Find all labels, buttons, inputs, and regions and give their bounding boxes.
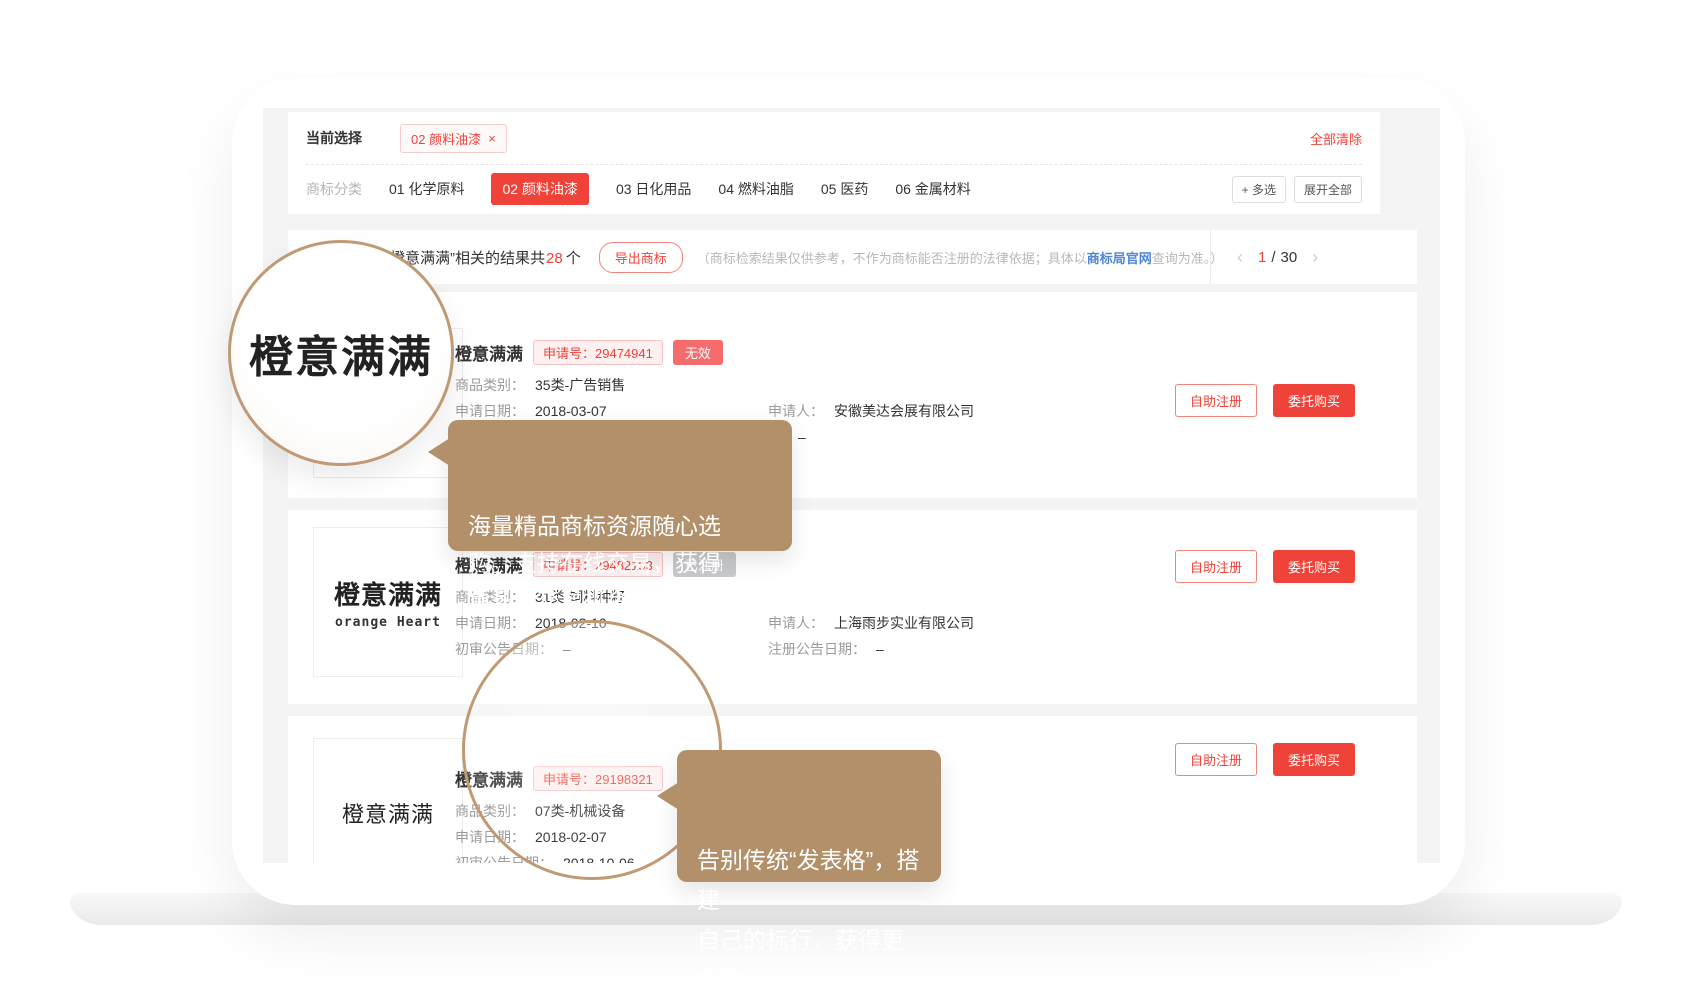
category-item-04[interactable]: 04 燃料油脂 — [718, 179, 793, 199]
application-number: 29474941 — [595, 346, 653, 361]
count-unit: 个 — [566, 250, 581, 267]
filter-card: 当前选择 02 颜料油漆 × 全部清除 商标分类 01 化学原料 02 颜料油漆… — [288, 112, 1380, 214]
trademark-image: 橙意满满 orange Heart — [313, 527, 463, 677]
category-item-03[interactable]: 03 日化用品 — [616, 179, 691, 199]
tooltip-arrow-left-icon — [657, 782, 679, 810]
self-register-button[interactable]: 自助注册 — [1175, 550, 1257, 583]
page-prev-icon[interactable]: ‹ — [1237, 248, 1243, 266]
row-actions: 自助注册 委托购买 — [1175, 550, 1355, 583]
multi-select-button[interactable]: + 多选 — [1232, 176, 1286, 203]
results-header: 为您检索到“橙意满满”相关的结果共28个 导出商标 （商标检索结果仅供参考，不作… — [288, 230, 1417, 284]
reg-notice-value: – — [876, 640, 884, 659]
export-trademarks-button[interactable]: 导出商标 — [599, 242, 683, 273]
apply-date-value: 2018-03-07 — [535, 402, 607, 421]
magnified-trademark-text: 橙意满满 — [249, 321, 433, 385]
page-next-icon[interactable]: › — [1312, 248, 1318, 266]
chip-text: 02 颜料油漆 — [411, 129, 481, 148]
trademark-office-link[interactable]: 商标局官网 — [1087, 251, 1152, 266]
application-number-tag: 申请号：29474941 — [533, 340, 663, 365]
self-register-button[interactable]: 自助注册 — [1175, 384, 1257, 417]
status-badge-invalid: 无效 — [673, 340, 723, 365]
apply-date-label: 申请日期： — [455, 402, 525, 421]
page-separator: / — [1271, 249, 1275, 266]
result-count: 28 — [546, 250, 563, 267]
stage: 当前选择 02 颜料油漆 × 全部清除 商标分类 01 化学原料 02 颜料油漆… — [0, 0, 1696, 1002]
trademark-image-text: 橙意满满 — [342, 797, 434, 829]
trademark-image-text: 橙意满满 — [334, 575, 442, 612]
trademark-name: 橙意满满 — [455, 340, 523, 365]
tooltip-marketplace: 海量精品商标资源随心选 购。支持在线交易，获得 更多的交易机会 — [448, 420, 792, 551]
tooltip-promotion: 告别传统“发表格”，搭建 自己的标行，获得更多的 推广机会 — [677, 750, 941, 882]
applicant-label: 申请人： — [768, 614, 824, 633]
application-number-label: 申请号： — [543, 346, 595, 361]
page-indicator: 1 / 30 — [1258, 249, 1297, 266]
tooltip-arrow-left-icon — [428, 438, 450, 466]
category-item-05[interactable]: 05 医药 — [821, 179, 868, 199]
pagination: ‹ 1 / 30 › — [1210, 230, 1417, 284]
current-selection-row: 当前选择 02 颜料油漆 × 全部清除 — [288, 112, 1380, 164]
current-selection-label: 当前选择 — [306, 128, 362, 148]
trademark-image: 橙意满满 — [313, 738, 463, 863]
entrust-purchase-button[interactable]: 委托购买 — [1273, 550, 1355, 583]
category-row: 商标分类 01 化学原料 02 颜料油漆 03 日化用品 04 燃料油脂 05 … — [288, 165, 1380, 213]
applicant-label: 申请人： — [768, 402, 824, 421]
row-actions: 自助注册 委托购买 — [1175, 384, 1355, 417]
applicant-value: 安徽美达会展有限公司 — [834, 402, 974, 421]
current-page: 1 — [1258, 249, 1266, 266]
entrust-purchase-button[interactable]: 委托购买 — [1273, 743, 1355, 776]
self-register-button[interactable]: 自助注册 — [1175, 743, 1257, 776]
category-field-value: 35类-广告销售 — [535, 376, 625, 395]
reg-notice-value: – — [798, 428, 806, 447]
category-actions: + 多选 展开全部 — [1232, 176, 1362, 203]
row-actions: 自助注册 委托购买 — [1175, 743, 1355, 776]
category-item-01[interactable]: 01 化学原料 — [389, 179, 464, 199]
reg-notice-label: 注册公告日期： — [768, 640, 866, 659]
applicant-value: 上海雨步实业有限公司 — [834, 614, 974, 633]
disclaimer-text: （商标检索结果仅供参考，不作为商标能否注册的法律依据；具体以 — [697, 251, 1087, 266]
total-pages: 30 — [1281, 249, 1298, 266]
disclaimer: （商标检索结果仅供参考，不作为商标能否注册的法律依据；具体以商标局官网查询为准。… — [697, 248, 1224, 267]
category-item-06[interactable]: 06 金属材料 — [895, 179, 970, 199]
selected-filter-chip[interactable]: 02 颜料油漆 × — [400, 124, 507, 153]
tooltip-promotion-text: 告别传统“发表格”，搭建 自己的标行，获得更多的 推广机会 — [697, 847, 919, 1002]
expand-all-button[interactable]: 展开全部 — [1294, 176, 1362, 203]
clear-all-button[interactable]: 全部清除 — [1310, 129, 1362, 148]
category-field-label: 商品类别： — [455, 376, 525, 395]
category-item-02-selected[interactable]: 02 颜料油漆 — [491, 173, 588, 205]
category-label: 商标分类 — [306, 179, 362, 199]
magnifier-circle-1: 橙意满满 — [228, 240, 454, 466]
chip-close-icon[interactable]: × — [488, 131, 496, 146]
trademark-image-subtext: orange Heart — [335, 615, 441, 630]
entrust-purchase-button[interactable]: 委托购买 — [1273, 384, 1355, 417]
